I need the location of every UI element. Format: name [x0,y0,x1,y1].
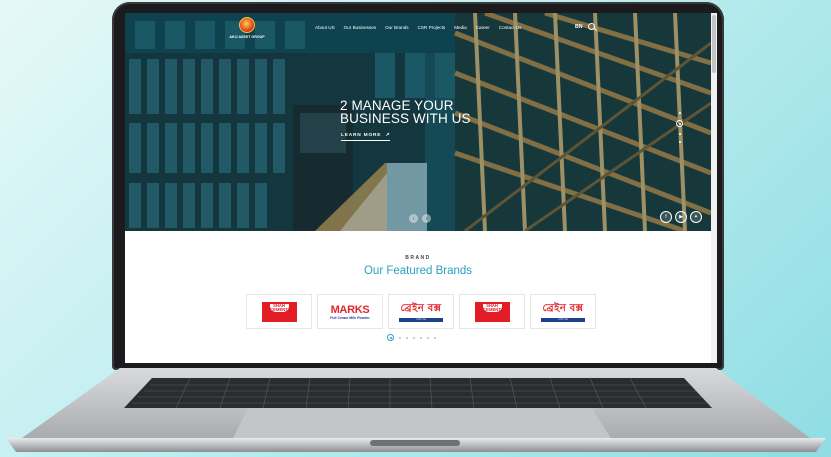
nav-item-csr[interactable]: CSR Projects [418,25,446,30]
pager-dot[interactable] [434,336,436,339]
site-logo[interactable]: AKIJ ASSET GROUP [227,17,267,39]
keyboard-deck [22,368,810,438]
twitter-icon[interactable]: ✦ [690,211,702,223]
nav-item-contact[interactable]: Contact Us [499,25,522,30]
nav-item-businesses[interactable]: Our Businesses [344,25,376,30]
shah-cement-logo: SHAH CEMENT [261,301,297,322]
brand-card-bn-2[interactable]: ব্রেইন বক্স ব্রেইন বক্স [530,294,596,329]
bn-brand-logo: ব্রেইন বক্স ব্রেইন বক্স [541,301,585,322]
learn-more-label: LEARN MORE [341,133,382,138]
hero-slide-indicator [676,112,683,149]
scrollbar-thumb[interactable] [712,15,716,73]
hero-headline: 2 MANAGE YOUR BUSINESS WITH US [340,98,471,126]
main-menu: About US Our Businesses Our Brands CSR P… [315,25,521,30]
bn-brand-logo: ব্রেইন বক্স ব্রেইন বক্স [399,301,443,322]
bn-brand-label: ব্রেইন বক্স [542,303,584,314]
laptop-front-edge [6,438,826,452]
nav-item-media[interactable]: Media [454,25,467,30]
shah-cement-label: SHAH CEMENT [269,302,289,312]
logo-emblem-icon [239,17,255,33]
logo-text: AKIJ ASSET GROUP [229,35,265,39]
brand-eyebrow: BRAND [405,255,431,261]
brand-card-shah-cement-2[interactable]: SHAH CEMENT [459,294,525,329]
pager-dot[interactable] [427,336,429,339]
nav-item-about[interactable]: About US [315,25,335,30]
slide-dot[interactable] [678,133,681,135]
hero-banner: AKIJ ASSET GROUP About US Our Businesses… [125,13,711,231]
page-scrollbar[interactable] [711,13,717,363]
facebook-icon[interactable]: f [660,211,672,223]
language-toggle[interactable]: BN [575,24,583,30]
hero-arrows: ‹ › [409,214,431,223]
slide-dot[interactable] [678,141,681,143]
brand-pager [387,334,436,341]
slide-dot-active[interactable] [676,120,683,127]
shah-cement-label: SHAH CEMENT [482,302,502,312]
slide-dot[interactable] [678,112,681,114]
pager-dot[interactable] [406,336,408,339]
bn-brand-bar: ব্রেইন বক্স [541,318,585,322]
next-arrow-icon[interactable]: › [422,214,431,223]
brand-card-bn-1[interactable]: ব্রেইন বক্স ব্রেইন বক্স [388,294,454,329]
top-navigation: AKIJ ASSET GROUP About US Our Businesses… [125,13,711,47]
bn-brand-label: ব্রেইন বক্স [400,303,442,314]
pager-dot[interactable] [413,336,415,339]
marks-logo: MARKS Full Cream Milk Powder [330,304,369,320]
brand-card-shah-cement[interactable]: SHAH CEMENT [246,294,312,329]
nav-item-career[interactable]: Career [476,25,490,30]
pager-dot[interactable] [399,336,401,339]
browser-screen: AKIJ ASSET GROUP About US Our Businesses… [125,13,717,363]
keyboard-area [124,378,712,408]
nav-item-brands[interactable]: Our Brands [385,25,409,30]
prev-arrow-icon[interactable]: ‹ [409,214,418,223]
pager-dot-active[interactable] [387,334,394,341]
youtube-icon[interactable]: ▶ [675,211,687,223]
arrow-up-right-icon: ↗ [383,133,391,138]
bn-brand-bar: ব্রেইন বক্স [399,318,443,322]
marks-subtitle: Full Cream Milk Powder [330,315,370,320]
laptop-notch [370,440,460,446]
brand-carousel: SHAH CEMENT MARKS Full Cream Milk Powder… [246,294,596,329]
pager-dot[interactable] [420,336,422,339]
marks-label: MARKS [330,303,370,316]
search-icon[interactable] [588,23,595,30]
brand-section-title: Our Featured Brands [363,265,473,277]
learn-more-link[interactable]: LEARN MORE ↗ [341,133,391,141]
trackpad [232,408,612,440]
shah-cement-logo: SHAH CEMENT [474,301,510,322]
social-links: f ▶ ✦ [660,211,702,223]
brand-card-marks[interactable]: MARKS Full Cream Milk Powder [317,294,383,329]
